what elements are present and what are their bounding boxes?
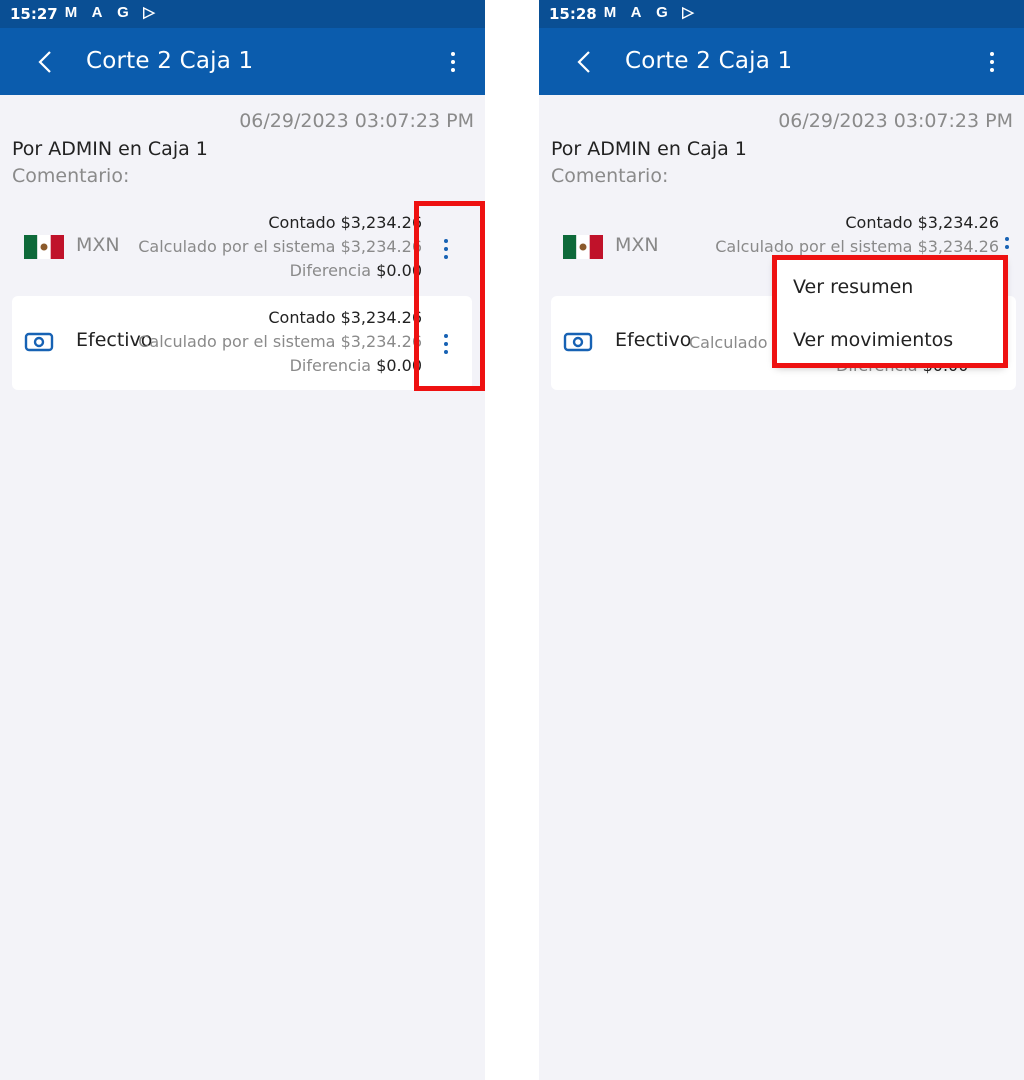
page-title: Corte 2 Caja 1 bbox=[625, 48, 793, 74]
chevron-left-icon bbox=[38, 51, 51, 73]
app-bar: Corte 2 Caja 1 bbox=[539, 28, 1024, 95]
row-amounts: Contado $3,234.26 Calculado por el siste… bbox=[138, 211, 422, 283]
status-bar: 15:27 M A G ▷ bbox=[0, 0, 485, 28]
cut-timestamp: 06/29/2023 03:07:23 PM bbox=[239, 110, 474, 132]
counted-amount: Contado $3,234.26 bbox=[268, 308, 422, 327]
back-button[interactable] bbox=[30, 46, 62, 78]
payment-row-efectivo[interactable]: Efectivo Contado $3,234.26 Calculado por… bbox=[12, 296, 472, 390]
counted-amount: Contado $3,234.26 bbox=[845, 213, 999, 232]
row-amounts: Contado $3,234.26 Calculado por el siste… bbox=[138, 306, 422, 378]
row-label: MXN bbox=[615, 234, 659, 256]
app-bar: Corte 2 Caja 1 bbox=[0, 28, 485, 95]
screen-divider bbox=[485, 0, 539, 1080]
more-options-button[interactable] bbox=[441, 46, 465, 78]
cash-icon bbox=[24, 332, 54, 352]
page-title: Corte 2 Caja 1 bbox=[86, 48, 254, 74]
google-icon: G bbox=[656, 4, 668, 21]
play-store-icon: ▷ bbox=[143, 4, 155, 21]
status-bar: 15:28 M A G ▷ bbox=[539, 0, 1024, 28]
google-icon: G bbox=[117, 4, 129, 21]
difference-label: Diferencia bbox=[289, 356, 372, 375]
highlight-box bbox=[414, 201, 485, 391]
more-options-button[interactable] bbox=[980, 46, 1004, 78]
status-icons: M A G ▷ bbox=[601, 4, 697, 22]
row-label: Efectivo bbox=[615, 329, 692, 351]
calculated-amount: Calculado por el sistema $3,234.26 bbox=[138, 237, 422, 256]
cut-timestamp: 06/29/2023 03:07:23 PM bbox=[778, 110, 1013, 132]
counted-amount: Contado $3,234.26 bbox=[268, 213, 422, 232]
cash-icon bbox=[563, 332, 593, 352]
chevron-left-icon bbox=[577, 51, 590, 73]
calculated-amount: Calculado p bbox=[689, 333, 783, 352]
gmail-icon: M bbox=[64, 4, 78, 21]
calculated-amount: Calculado por el sistema $3,234.26 bbox=[138, 332, 422, 351]
play-store-icon: ▷ bbox=[682, 4, 694, 21]
currency-row-mxn: MXN Contado $3,234.26 Calculado por el s… bbox=[12, 201, 472, 295]
cut-author: Por ADMIN en Caja 1 bbox=[12, 138, 208, 160]
mexico-flag-icon bbox=[563, 235, 603, 259]
phone-screen-left: 15:27 M A G ▷ Corte 2 Caja 1 06/29/2023 … bbox=[0, 0, 485, 1080]
cut-comment: Comentario: bbox=[551, 165, 669, 187]
status-time: 15:27 bbox=[10, 5, 58, 23]
status-time: 15:28 bbox=[549, 5, 597, 23]
row-label: MXN bbox=[76, 234, 120, 256]
cut-comment: Comentario: bbox=[12, 165, 130, 187]
gmail-icon: M bbox=[603, 4, 617, 21]
highlight-box bbox=[772, 255, 1008, 368]
row-amounts: Contado $3,234.26 Calculado por el siste… bbox=[715, 211, 999, 259]
status-icons: M A G ▷ bbox=[62, 4, 158, 22]
app-a-icon: A bbox=[630, 4, 642, 21]
cut-author: Por ADMIN en Caja 1 bbox=[551, 138, 747, 160]
app-a-icon: A bbox=[91, 4, 103, 21]
back-button[interactable] bbox=[569, 46, 601, 78]
difference-label: Diferencia bbox=[289, 261, 372, 280]
mexico-flag-icon bbox=[24, 235, 64, 259]
phone-screen-right: 15:28 M A G ▷ Corte 2 Caja 1 06/29/2023 … bbox=[539, 0, 1024, 1080]
